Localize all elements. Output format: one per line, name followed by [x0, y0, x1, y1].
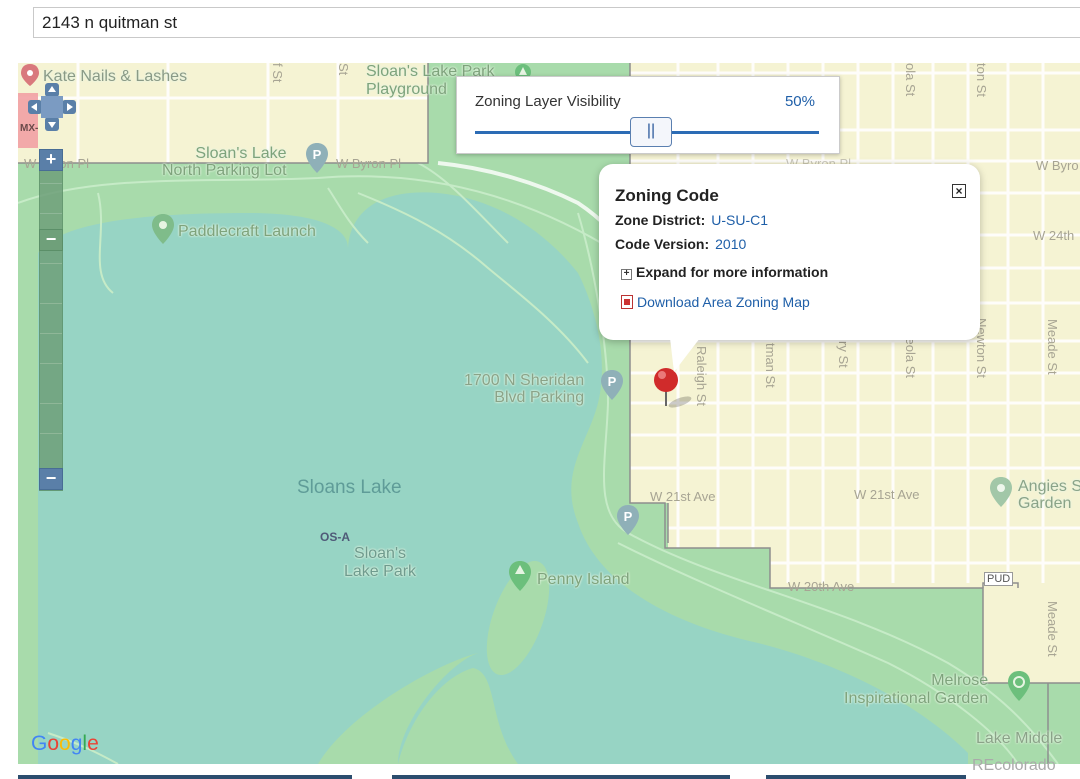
street-label-w-byron-right: W Byro — [1036, 158, 1079, 173]
google-logo-letter: g — [70, 732, 83, 755]
poi-label-sloans-lake-park: Sloan's Lake Park — [344, 545, 416, 581]
code-version-label: Code Version: — [615, 236, 710, 252]
zoom-tick — [40, 403, 62, 404]
zoom-tick — [40, 433, 62, 434]
zone-label-os-a: OS-A — [320, 530, 350, 544]
expand-plus-icon[interactable]: + — [621, 269, 632, 280]
street-label-top-1: f St — [270, 63, 285, 83]
google-logo: Google — [31, 732, 99, 756]
bottom-tab-bar-right[interactable] — [766, 775, 966, 779]
street-label-meade-st-1: Meade St — [1045, 319, 1060, 375]
recolorado-credit: REcolorado — [972, 757, 1056, 774]
svg-text:P: P — [313, 147, 322, 162]
street-label-w-21st-ave-1: W 21st Ave — [650, 489, 716, 504]
tree-icon-penny-island[interactable] — [507, 560, 533, 592]
google-logo-letter: o — [59, 732, 71, 755]
parking-icon-sheridan[interactable]: P — [599, 369, 625, 401]
zoom-in-button[interactable]: + — [39, 149, 63, 171]
zoom-tick — [40, 333, 62, 334]
zone-district-label: Zone District: — [615, 212, 706, 228]
code-version-row: Code Version: 2010 — [615, 236, 746, 252]
zoning-code-title: Zoning Code — [615, 186, 719, 205]
garden-icon-melrose[interactable] — [1006, 670, 1032, 702]
svg-text:P: P — [608, 374, 617, 389]
zoning-layer-visibility-percent: 50% — [784, 93, 815, 110]
bottom-tab-bar-left[interactable] — [18, 775, 352, 779]
poi-label-sloans-lake-park-line1: Sloan's — [354, 545, 407, 562]
close-icon[interactable]: × — [952, 184, 966, 198]
poi-label-penny-island: Penny Island — [537, 571, 630, 588]
pan-control-icon[interactable] — [28, 83, 76, 131]
poi-label-melrose-garden-line2: Inspirational Garden — [844, 690, 989, 707]
garden-pin-icon-angies[interactable] — [988, 476, 1014, 508]
street-label-top-4: ton St — [974, 63, 989, 97]
zoning-layer-visibility-title: Zoning Layer Visibility — [475, 93, 621, 110]
poi-label-angies-garden-line1: Angies S — [1018, 478, 1080, 495]
zoom-tick — [40, 263, 62, 264]
poi-label-paddlecraft-launch: Paddlecraft Launch — [178, 223, 316, 240]
parking-icon-south[interactable]: P — [615, 504, 641, 536]
expand-more-info-toggle[interactable]: + Expand for more information — [621, 264, 828, 280]
expand-more-info-label[interactable]: Expand for more information — [636, 264, 828, 280]
download-zoning-map-label[interactable]: Download Area Zoning Map — [637, 294, 810, 310]
street-label-quitman-st: tman St — [763, 343, 778, 388]
address-search-input[interactable] — [34, 8, 1080, 37]
poi-label-north-parking-line1: Sloan's Lake — [195, 145, 287, 162]
poi-label-sheridan-parking-line2: Blvd Parking — [494, 389, 585, 406]
zone-district-row: Zone District: U-SU-C1 — [615, 212, 768, 228]
street-label-meade-st-2: Meade St — [1045, 601, 1060, 657]
poi-label-sloans-lake-park-line2: Lake Park — [344, 563, 417, 580]
zoning-code-popup: Zoning Code × Zone District: U-SU-C1 Code… — [599, 164, 980, 340]
zoom-slider-track[interactable] — [39, 151, 63, 491]
poi-label-angies-garden-line2: Garden — [1018, 495, 1072, 512]
parking-icon-north[interactable]: P — [304, 142, 330, 174]
poi-label-north-parking-line2: North Parking Lot — [162, 162, 287, 179]
download-zoning-map-link[interactable]: Download Area Zoning Map — [621, 294, 810, 310]
zoning-layer-visibility-panel: Zoning Layer Visibility 50% || — [456, 76, 840, 154]
zoom-level-handle[interactable]: − — [39, 229, 63, 251]
zone-label-pud: PUD — [984, 572, 1014, 586]
zoom-tick — [40, 363, 62, 364]
street-label-w-24th: W 24th — [1033, 228, 1075, 243]
zoom-out-button[interactable]: − — [39, 468, 63, 490]
visibility-slider-thumb[interactable]: || — [630, 117, 672, 147]
pdf-icon — [621, 295, 633, 309]
poi-label-sheridan-parking-line1: 1700 N Sheridan — [464, 372, 585, 389]
location-marker-icon[interactable] — [652, 366, 696, 410]
street-label-w-20th-ave: W 20th Ave — [788, 579, 855, 594]
poi-label-sloans-playground-line2: Playground — [366, 81, 447, 98]
code-version-link[interactable]: 2010 — [715, 236, 746, 252]
zoom-tick — [40, 183, 62, 184]
water-label-sloans-lake: Sloans Lake — [297, 477, 402, 498]
google-logo-letter: e — [87, 732, 99, 755]
google-logo-letter: o — [47, 732, 60, 755]
poi-label-melrose-garden-line1: Melrose — [931, 672, 989, 689]
street-label-top-2: St — [336, 63, 351, 76]
svg-text:P: P — [624, 509, 633, 524]
poi-label-lake-middle: Lake Middle — [976, 730, 1063, 747]
poi-label-sheridan-parking: 1700 N Sheridan Blvd Parking — [464, 372, 584, 406]
street-label-w-byron-pl-mid: W Byron Pl — [336, 156, 402, 171]
poi-label-north-parking: Sloan's Lake North Parking Lot — [162, 145, 287, 179]
popup-pointer — [670, 338, 700, 372]
bottom-tab-bar-mid[interactable] — [392, 775, 730, 779]
park-pin-icon[interactable] — [150, 213, 176, 245]
street-label-top-3: ola St — [903, 63, 918, 97]
zoom-tick — [40, 213, 62, 214]
street-label-perry-st: ry St — [836, 341, 851, 368]
poi-label-melrose-garden: Melrose Inspirational Garden — [844, 672, 988, 708]
google-logo-letter: G — [31, 732, 48, 755]
zone-district-link[interactable]: U-SU-C1 — [711, 212, 768, 228]
address-search-bar[interactable] — [33, 7, 1080, 38]
poi-label-angies-garden: Angies S Garden — [1018, 478, 1080, 512]
street-label-w-21st-ave-2: W 21st Ave — [854, 487, 920, 502]
zoom-tick — [40, 303, 62, 304]
